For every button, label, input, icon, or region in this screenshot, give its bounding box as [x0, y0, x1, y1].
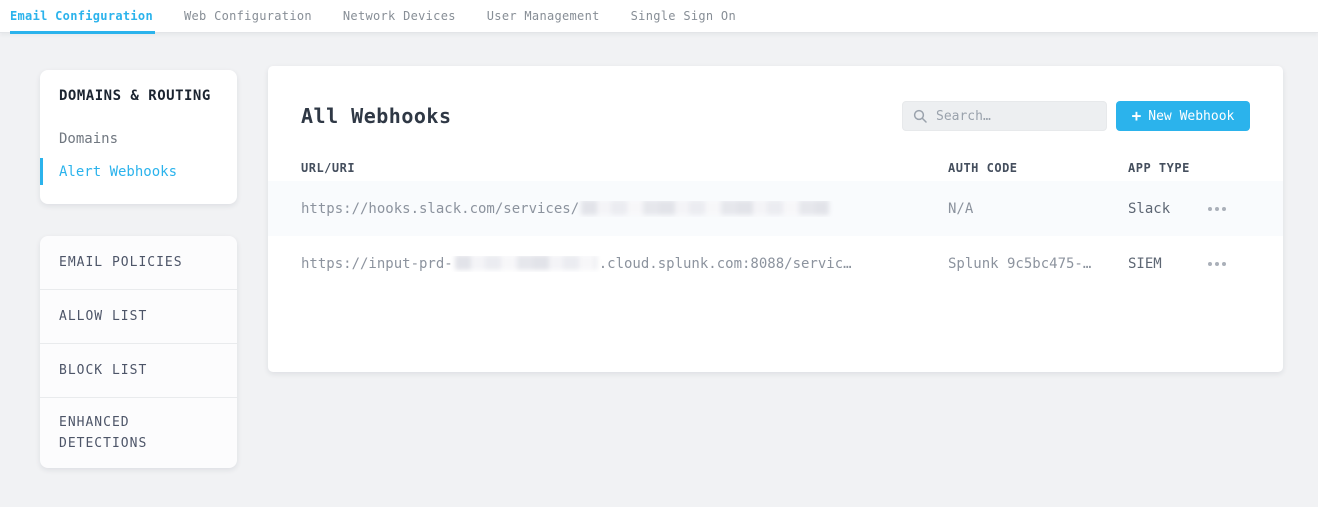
- redacted-url-segment: [581, 201, 829, 216]
- auth-code-cell: Splunk 9c5bc475-…: [948, 256, 1128, 272]
- webhook-url-cell: https://input-prd-.cloud.splunk.com:8088…: [301, 256, 948, 272]
- new-webhook-button-label: New Webhook: [1148, 109, 1234, 124]
- table-header-row: URL/URI AUTH CODE APP TYPE: [268, 161, 1283, 181]
- webhook-url-cell: https://hooks.slack.com/services/: [301, 201, 948, 217]
- row-actions-button[interactable]: [1208, 199, 1242, 219]
- domains-routing-card: DOMAINS & ROUTING Domains Alert Webhooks: [40, 70, 237, 204]
- tab-web-configuration[interactable]: Web Configuration: [184, 0, 312, 33]
- webhooks-card-header: All Webhooks + New Webhook: [268, 66, 1283, 131]
- sidebar-sections-card: EMAIL POLICIES ALLOW LIST BLOCK LIST ENH…: [40, 236, 237, 468]
- auth-code-cell: N/A: [948, 201, 1128, 217]
- sidebar: DOMAINS & ROUTING Domains Alert Webhooks…: [40, 70, 237, 468]
- webhooks-card: All Webhooks + New Webhook: [268, 66, 1283, 372]
- ellipsis-icon: [1208, 262, 1212, 266]
- plus-icon: +: [1132, 108, 1142, 124]
- page-title: All Webhooks: [301, 104, 452, 128]
- tab-network-devices[interactable]: Network Devices: [343, 0, 456, 33]
- column-header-url: URL/URI: [301, 161, 948, 175]
- search-box: [902, 101, 1107, 131]
- table-row: https://hooks.slack.com/services/ N/A Sl…: [268, 181, 1283, 236]
- table-row: https://input-prd-.cloud.splunk.com:8088…: [268, 236, 1283, 291]
- top-tab-bar: Email Configuration Web Configuration Ne…: [0, 0, 1318, 33]
- new-webhook-button[interactable]: + New Webhook: [1116, 101, 1250, 131]
- redacted-url-segment: [455, 256, 597, 271]
- tab-user-management[interactable]: User Management: [487, 0, 600, 33]
- tab-email-configuration[interactable]: Email Configuration: [10, 0, 153, 33]
- sidebar-item-block-list[interactable]: BLOCK LIST: [40, 344, 237, 398]
- ellipsis-icon: [1208, 207, 1212, 211]
- page-content: DOMAINS & ROUTING Domains Alert Webhooks…: [0, 33, 1318, 468]
- column-header-app-type: APP TYPE: [1128, 161, 1208, 175]
- tab-single-sign-on[interactable]: Single Sign On: [631, 0, 736, 33]
- sidebar-item-alert-webhooks[interactable]: Alert Webhooks: [40, 155, 237, 188]
- search-input[interactable]: [936, 109, 1096, 124]
- sidebar-item-domains[interactable]: Domains: [40, 122, 237, 155]
- main-column: All Webhooks + New Webhook: [268, 68, 1283, 468]
- app-type-cell: SIEM: [1128, 256, 1208, 272]
- row-actions-button[interactable]: [1208, 254, 1242, 274]
- sidebar-item-allow-list[interactable]: ALLOW LIST: [40, 290, 237, 344]
- app-type-cell: Slack: [1128, 201, 1208, 217]
- header-actions: + New Webhook: [902, 101, 1250, 131]
- sidebar-item-email-policies[interactable]: EMAIL POLICIES: [40, 236, 237, 290]
- column-header-auth-code: AUTH CODE: [948, 161, 1128, 175]
- domains-routing-title: DOMAINS & ROUTING: [40, 88, 237, 104]
- sidebar-item-enhanced-detections[interactable]: ENHANCED DETECTIONS: [40, 398, 237, 468]
- search-icon: [913, 109, 927, 123]
